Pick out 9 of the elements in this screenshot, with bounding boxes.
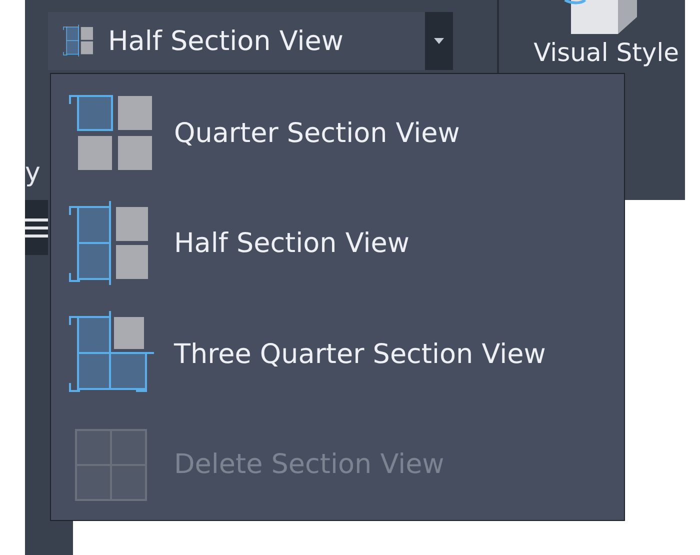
visual-style-button[interactable]: Visual Style	[534, 38, 679, 68]
caret-icon	[434, 38, 444, 44]
menu-icon[interactable]	[25, 216, 48, 238]
menu-item[interactable]: Quarter Section View	[51, 78, 624, 188]
menu-item[interactable]: Half Section View	[51, 188, 624, 299]
panel-label: y	[25, 158, 42, 188]
section-view-icon	[62, 24, 96, 58]
section-view-button[interactable]: Half Section View	[48, 12, 425, 70]
menu-item[interactable]: Three Quarter Section View	[51, 299, 624, 410]
